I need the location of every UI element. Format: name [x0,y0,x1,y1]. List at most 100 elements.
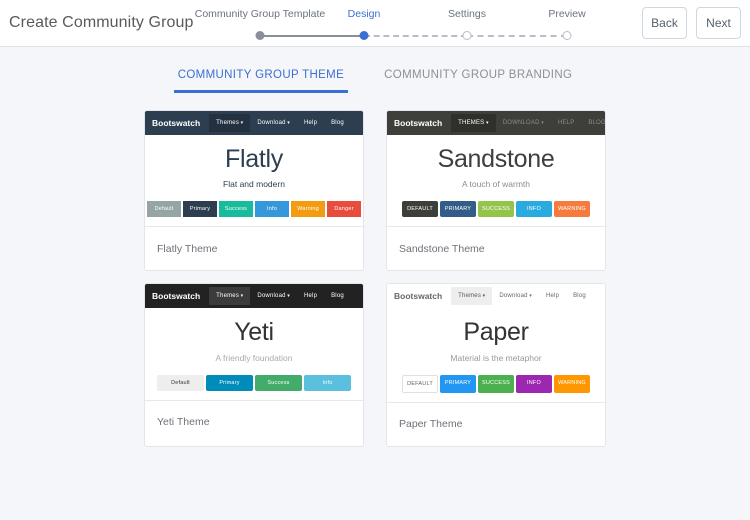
theme-preview-navlink-label: Download [499,293,528,300]
theme-preview-button-yeti-primary: Primary [206,374,253,391]
wizard-labels: Community Group Template Design Settings Pr… [192,6,622,22]
theme-preview-navlink-label: DOWNLOAD [502,120,540,126]
tab-community-group-theme[interactable]: COMMUNITY GROUP THEME [173,69,349,93]
theme-preview-button-paper-success: SUCCESS [478,374,514,393]
wizard-connector-1 [364,35,467,37]
theme-card-yeti[interactable]: Bootswatch Themes ▾ Download ▾ Help Blog Yeti… [144,283,364,447]
theme-preview-title-yeti: Yeti [234,318,274,347]
theme-card-footer-label: Paper Theme [399,418,463,430]
theme-preview-brand-sandstone: Bootswatch [394,118,443,128]
theme-preview-navlink-label: Help [303,120,318,126]
wizard-connector-0 [260,35,364,37]
theme-preview-tagline-paper: Material is the metaphor [450,352,542,363]
theme-card-footer-label: Yeti Theme [157,416,210,428]
theme-preview-body-paper: Paper Material is the metaphor DEFAULT PRIM… [387,308,605,402]
theme-card-footer-paper: Paper Theme [387,401,605,446]
theme-preview-buttons-sandstone: DEFAULT PRIMARY SUCCESS INFO WARNING [387,201,605,226]
wizard-step-dot-preview[interactable] [562,31,572,40]
theme-preview-button-sandstone-default: DEFAULT [402,201,438,218]
next-button[interactable]: Next [696,7,741,39]
theme-preview-navlink-label: Blog [573,293,586,300]
header-actions: Back Next [642,7,741,39]
theme-card-flatly[interactable]: Bootswatch Themes ▾ Download ▾ Help Blog Flat… [144,110,364,272]
theme-preview-navlink-flatly-themes: Themes ▾ [209,114,251,132]
theme-card-footer-label: Sandstone Theme [399,242,485,255]
theme-preview-navlink-paper-themes: Themes ▾ [451,287,493,306]
theme-preview-navlink-yeti-themes: Themes ▾ [209,287,251,306]
caret-down-icon: ▾ [239,293,244,300]
theme-preview-buttons-yeti: Default Primary Success Info [145,374,363,400]
theme-preview-navlink-yeti-help: Help [297,287,324,305]
wizard-progress: Community Group Template Design Settings Pr… [192,6,622,46]
theme-preview-buttons-flatly: Default Primary Success Info Warning Danger [145,201,363,226]
theme-preview-navlink-flatly-help: Help [297,114,324,132]
theme-preview-button-sandstone-info: INFO [516,201,552,218]
theme-preview-navlink-sandstone-blog: BLOG [581,114,606,132]
wizard-step-dot-settings[interactable] [462,31,472,40]
theme-preview-navbar-yeti: Bootswatch Themes ▾ Download ▾ Help Blog [145,284,363,309]
caret-down-icon: ▾ [285,120,290,126]
wizard-track [192,26,622,46]
theme-preview-navlink-label: Themes [216,293,240,300]
theme-preview-tagline-yeti: A friendly foundation [215,352,293,363]
theme-preview-brand-flatly: Bootswatch [152,118,201,128]
theme-preview-navlink-paper-blog: Blog [566,287,593,305]
theme-preview-button-paper-warning: WARNING [554,374,590,393]
tab-community-group-branding[interactable]: COMMUNITY GROUP BRANDING [380,69,576,93]
caret-down-icon: ▾ [527,293,532,300]
theme-preview-buttons-paper: DEFAULT PRIMARY SUCCESS INFO WARNING [387,374,605,402]
theme-preview-button-paper-default: DEFAULT [402,374,438,393]
theme-preview-navbar-flatly: Bootswatch Themes ▾ Download ▾ Help Blog [145,111,363,135]
caret-down-icon: ▾ [239,120,244,126]
theme-preview-navbar-sandstone: Bootswatch THEMES ▾ DOWNLOAD ▾ HELP BLOG [387,111,605,135]
theme-preview-button-flatly-primary: Primary [183,201,217,218]
wizard-step-dot-community-group-template[interactable] [255,31,265,40]
theme-preview-navlink-flatly-download: Download ▾ [250,114,297,132]
theme-preview-navlink-flatly-blog: Blog [324,114,351,132]
theme-preview-button-flatly-info: Info [255,201,289,218]
theme-preview-navlink-label: BLOG [588,120,606,126]
theme-card-footer-flatly: Flatly Theme [145,226,363,271]
theme-preview-title-paper: Paper [463,318,529,347]
theme-preview-navbar-paper: Bootswatch Themes ▾ Download ▾ Help Blog [387,284,605,309]
theme-preview-body-flatly: Flatly Flat and modern Default Primary Succe… [145,135,363,227]
theme-preview-brand-paper: Bootswatch [394,291,443,302]
theme-preview-brand-yeti: Bootswatch [152,291,201,302]
wizard-step-label-design: Design [347,8,381,20]
theme-preview-navlink-sandstone-help: HELP [551,114,581,132]
theme-preview-navlink-paper-download: Download ▾ [492,287,539,305]
theme-preview-navlink-sandstone-themes: THEMES ▾ [451,114,496,132]
wizard-step-label-preview: Preview [548,8,586,20]
theme-preview-title-sandstone: Sandstone [437,145,555,173]
theme-card-sandstone[interactable]: Bootswatch THEMES ▾ DOWNLOAD ▾ HELP BLOG Sand… [386,110,606,272]
wizard-step-label-community-group-template: Community Group Template [194,8,326,20]
theme-preview-navlink-sandstone-download: DOWNLOAD ▾ [496,114,551,132]
theme-preview-button-flatly-danger: Danger [327,201,361,218]
theme-preview-button-flatly-warning: Warning [291,201,325,218]
back-button[interactable]: Back [642,7,687,39]
wizard-step-dot-design[interactable] [359,31,369,40]
theme-preview-button-sandstone-success: SUCCESS [478,201,514,218]
theme-card-footer-sandstone: Sandstone Theme [387,226,605,271]
page-title: Create Community Group [9,14,194,31]
theme-preview-navlink-label: Download [257,120,286,126]
theme-preview-button-yeti-info: Info [304,374,351,391]
theme-card-paper[interactable]: Bootswatch Themes ▾ Download ▾ Help Blog Pape… [386,283,606,447]
theme-preview-navlink-yeti-download: Download ▾ [250,287,297,305]
wizard-step-label-settings: Settings [448,8,486,20]
theme-preview-button-paper-primary: PRIMARY [440,374,476,393]
theme-preview-navlink-label: Themes [458,293,482,300]
theme-card-footer-label: Flatly Theme [157,242,218,255]
theme-preview-body-sandstone: Sandstone A touch of warmth DEFAULT PRIMARY… [387,135,605,227]
wizard-connector-2 [467,35,567,37]
theme-preview-navlink-label: Blog [331,293,344,300]
theme-preview-button-sandstone-primary: PRIMARY [440,201,476,218]
app-header: Create Community Group Community Group T… [0,0,750,47]
theme-preview-navlink-label: Help [303,293,318,300]
theme-preview-button-flatly-success: Success [219,201,253,218]
theme-preview-navlink-yeti-blog: Blog [324,287,351,305]
theme-preview-navlink-label: Help [545,293,560,300]
theme-preview-navlink-label: THEMES [458,120,485,126]
theme-preview-navlink-label: Themes [216,120,240,126]
caret-down-icon: ▾ [484,120,489,126]
